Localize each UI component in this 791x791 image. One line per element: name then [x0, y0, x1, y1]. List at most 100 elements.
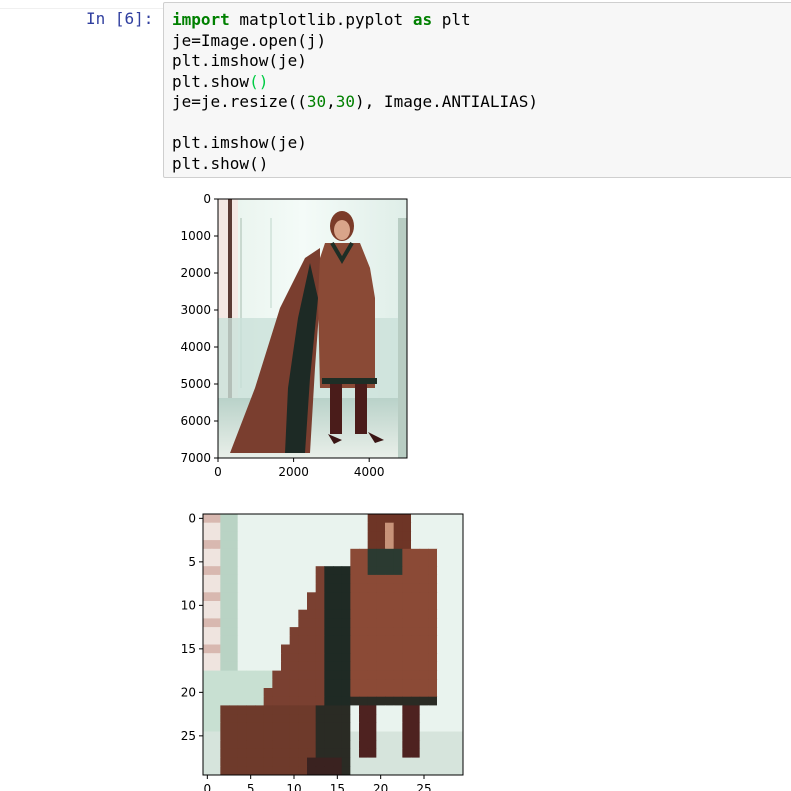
pixel — [359, 635, 369, 645]
pixel — [411, 731, 421, 741]
pixel — [307, 618, 317, 628]
pixel — [341, 618, 351, 628]
pixel — [246, 522, 256, 532]
pixel — [229, 574, 239, 585]
pixel — [246, 592, 256, 602]
pixel — [211, 670, 221, 680]
pixel — [367, 757, 377, 767]
pixel — [263, 574, 273, 585]
pixel — [419, 722, 429, 732]
pixel — [333, 583, 343, 593]
pixel — [454, 574, 463, 585]
pixel — [237, 696, 247, 706]
pixel — [315, 757, 325, 767]
pixel — [367, 531, 377, 541]
pixel — [307, 722, 317, 732]
pixel — [411, 609, 421, 619]
pixel — [411, 557, 421, 567]
pixel — [437, 566, 447, 576]
pixel — [341, 574, 351, 585]
pixel — [263, 583, 273, 593]
pixel — [411, 514, 421, 524]
code-editor[interactable]: import matplotlib.pyplot as plt je=Image… — [172, 10, 538, 174]
y-tick-label: 3000 — [180, 303, 211, 317]
pixel — [298, 601, 308, 611]
pixel — [341, 627, 351, 637]
pixel — [237, 522, 247, 532]
pixel — [350, 635, 360, 645]
pixel — [307, 670, 317, 680]
pixel — [281, 644, 291, 654]
pixel — [393, 635, 403, 645]
pixel — [393, 540, 403, 550]
pixel — [246, 583, 256, 593]
pixel — [298, 635, 308, 645]
pixel — [298, 714, 308, 724]
pixel — [220, 731, 230, 741]
code-cell[interactable]: import matplotlib.pyplot as plt je=Image… — [163, 2, 791, 178]
code-token: matplotlib.pyplot — [229, 10, 413, 29]
pixel — [402, 757, 412, 767]
pixel — [445, 522, 455, 532]
pixel — [307, 757, 317, 767]
pixel — [203, 688, 213, 698]
pixel — [315, 705, 325, 715]
pixel — [237, 574, 247, 585]
pixel — [350, 557, 360, 567]
pixel — [428, 592, 438, 602]
pixel — [263, 748, 273, 759]
pixel — [229, 592, 239, 602]
y-tick-label: 15 — [181, 642, 196, 656]
pixel — [237, 627, 247, 637]
pixel — [289, 705, 299, 715]
pixel — [246, 540, 256, 550]
pixel — [229, 722, 239, 732]
pixel — [341, 688, 351, 698]
pixel — [237, 722, 247, 732]
pixel — [263, 635, 273, 645]
pixel — [307, 522, 317, 532]
pixel — [315, 566, 325, 576]
pixel — [419, 540, 429, 550]
pixel — [419, 740, 429, 750]
pixel — [428, 748, 438, 759]
pixel — [454, 679, 463, 689]
pixel — [445, 748, 455, 759]
y-tick-label: 5000 — [180, 377, 211, 391]
pixel — [281, 766, 291, 775]
pixel — [437, 688, 447, 698]
pixel — [333, 714, 343, 724]
pixel — [229, 618, 239, 628]
pixel — [246, 627, 256, 637]
pixel — [220, 601, 230, 611]
pixel — [359, 740, 369, 750]
pixel — [341, 714, 351, 724]
pixel — [419, 583, 429, 593]
pixel — [419, 766, 429, 775]
pixel — [229, 548, 239, 558]
pixel — [255, 557, 265, 567]
pixel — [263, 661, 273, 672]
pixel — [367, 688, 377, 698]
pixel — [255, 531, 265, 541]
pixel — [402, 557, 412, 567]
pixel — [445, 766, 455, 775]
pixel — [367, 696, 377, 706]
pixel — [289, 653, 299, 663]
pixel — [220, 670, 230, 680]
pixel — [393, 592, 403, 602]
pixel — [428, 627, 438, 637]
pixel — [445, 635, 455, 645]
pixel — [298, 540, 308, 550]
pixel — [437, 696, 447, 706]
pixel — [341, 566, 351, 576]
pixel — [263, 566, 273, 576]
pixel — [419, 757, 429, 767]
pixel — [324, 548, 334, 558]
pixel — [402, 696, 412, 706]
pixel — [289, 748, 299, 759]
pixel — [272, 731, 282, 741]
pixel — [220, 740, 230, 750]
pixel — [359, 514, 369, 524]
pixel — [220, 688, 230, 698]
